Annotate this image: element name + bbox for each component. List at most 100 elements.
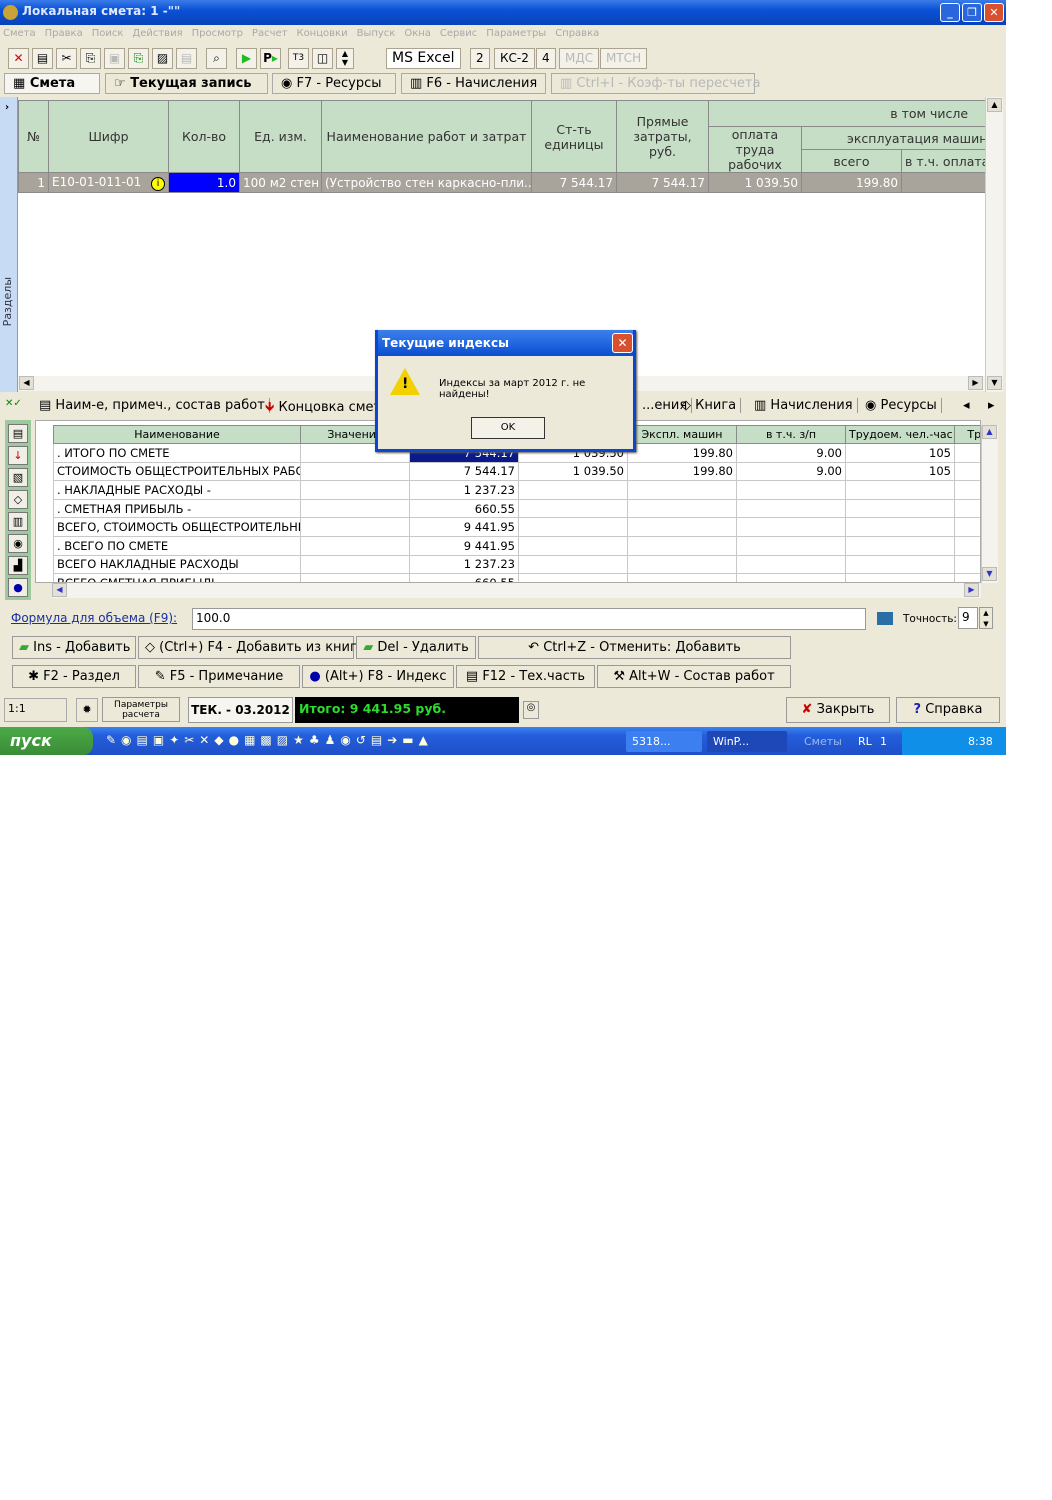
top-grid-vscrollbar[interactable]: ▲ ▼ [985, 97, 1003, 392]
summary-cell[interactable]: 9.00 [736, 461, 846, 482]
book-icon[interactable]: ◇ [8, 490, 28, 509]
menu-item[interactable]: Справка [555, 28, 599, 39]
expand-icon[interactable]: › [5, 102, 9, 113]
maximize-button[interactable]: ❐ [962, 3, 982, 22]
summary-cell[interactable] [518, 554, 628, 575]
summary-cell[interactable]: ВСЕГО, СТОИМОСТЬ ОБЩЕСТРОИТЕЛЬНЫХ РАБОТ [53, 517, 301, 537]
play-icon[interactable]: ▶ [236, 48, 257, 69]
taskbar-item-winp[interactable]: WinP... [707, 731, 787, 752]
summary-cell[interactable] [300, 535, 410, 556]
menu-item[interactable]: Правка [45, 28, 83, 39]
cell-num[interactable]: 1 [18, 172, 49, 193]
summary-cell[interactable] [736, 535, 846, 556]
precision-input[interactable]: 9 [958, 607, 978, 629]
tab-smeta[interactable]: ▦ Смета [4, 73, 100, 94]
tab-current-record[interactable]: ☞ Текущая запись [105, 73, 268, 94]
menu-item[interactable]: Действия [132, 28, 182, 39]
table-row[interactable]: СТОИМОСТЬ ОБЩЕСТРОИТЕЛЬНЫХ РАБОТ - 7 544.… [53, 461, 980, 482]
spin-icon[interactable]: ▲ ▼ [336, 48, 354, 69]
col-name[interactable]: Наименование работ и затрат [321, 100, 532, 173]
tab-resources[interactable]: ◉ F7 - Ресурсы [272, 73, 396, 94]
quick-launch-icons[interactable]: ✎◉▤▣✦✂✕◆●▦▩▨★♣♟◉↺▤➔▬▲ [106, 733, 433, 747]
settings-icon[interactable]: ✹ [76, 698, 98, 722]
menu-item[interactable]: Выпуск [357, 28, 396, 39]
summary-cell[interactable] [627, 554, 737, 575]
cell-unit[interactable]: 100 м2 стен [239, 172, 322, 193]
tab-accruals[interactable]: ▥ F6 - Начисления [401, 73, 546, 94]
col-machines-labor[interactable]: в т.ч. оплата [900, 149, 985, 173]
summary-cell[interactable] [954, 573, 980, 582]
paste-icon[interactable]: ▣ [104, 48, 125, 69]
summary-cell[interactable] [736, 480, 846, 500]
save-icon[interactable]: ▤ [32, 48, 53, 69]
summary-cell[interactable] [518, 498, 628, 519]
tab-ms-excel[interactable]: MS Excel [386, 48, 461, 69]
summary-cell[interactable]: 1 237.23 [409, 554, 519, 575]
summary-cell[interactable] [300, 498, 410, 519]
summary-cell[interactable] [736, 554, 846, 575]
cell-qty[interactable]: 1.0 [168, 172, 240, 193]
scroll-up-icon[interactable]: ▲ [982, 425, 997, 439]
menu-item[interactable]: Смета [3, 28, 36, 39]
table-row[interactable]: ВСЕГО СМЕТНАЯ ПРИБЫЛЬ 660.55 [53, 573, 980, 582]
table-row[interactable]: . СМЕТНАЯ ПРИБЫЛЬ - 660.55 [53, 498, 980, 519]
scroll-down-icon[interactable]: ▼ [987, 376, 1002, 390]
summary-cell[interactable] [300, 573, 410, 582]
summary-cell[interactable] [845, 498, 955, 519]
summary-cell[interactable]: 105 [845, 443, 955, 463]
scroll-right-icon[interactable]: ▶ [964, 583, 979, 597]
summary-cell[interactable] [736, 517, 846, 537]
summary-col-header[interactable]: в т.ч. з/п [736, 425, 846, 444]
summary-cell[interactable] [300, 517, 410, 537]
menu-item[interactable]: Просмотр [192, 28, 243, 39]
cell-machines-labor[interactable] [900, 172, 985, 193]
summary-cell[interactable] [954, 480, 980, 500]
col-num[interactable]: № [18, 100, 49, 173]
cell-unit-cost[interactable]: 7 544.17 [531, 172, 617, 193]
cell-direct[interactable]: 7 544.17 [616, 172, 709, 193]
summary-cell[interactable]: 660.55 [409, 573, 519, 582]
summary-cell[interactable] [627, 535, 737, 556]
summary-cell[interactable]: . ИТОГО ПО СМЕТЕ [53, 443, 301, 463]
menu-item[interactable]: Поиск [92, 28, 124, 39]
tech-part-button[interactable]: ▤ F12 - Тех.часть [456, 665, 595, 688]
close-window-button[interactable]: ✘ Закрыть [786, 697, 890, 723]
tab-bottom-resources[interactable]: ◉ Ресурсы [861, 398, 942, 413]
summary-cell[interactable]: 199.80 [627, 461, 737, 482]
start-button[interactable]: пуск [0, 727, 93, 755]
summary-cell[interactable]: 199.80 [627, 443, 737, 463]
col-direct-costs[interactable]: Прямые затраты, руб. [616, 100, 709, 173]
info-icon[interactable]: i [151, 176, 165, 191]
summary-cell[interactable]: ВСЕГО СМЕТНАЯ ПРИБЫЛЬ [53, 573, 301, 582]
help-button[interactable]: ? Справка [896, 697, 1000, 723]
menu-item[interactable]: Параметры [486, 28, 546, 39]
scroll-left-icon[interactable]: ◀ [19, 376, 34, 390]
section-button[interactable]: ✱ F2 - Раздел [12, 665, 136, 688]
resources-icon[interactable]: ◉ [8, 534, 28, 553]
summary-cell[interactable] [845, 554, 955, 575]
summary-cell[interactable] [736, 573, 846, 582]
summary-cell[interactable]: 660.55 [409, 498, 519, 519]
add-button[interactable]: ▰ Ins - Добавить [12, 636, 136, 659]
col-labor[interactable]: оплата труда рабочих [708, 126, 802, 173]
panel-toggle-icon[interactable]: ✕✓ [5, 398, 22, 409]
clipboard-icon[interactable]: ▤ [176, 48, 197, 69]
summary-cell[interactable] [845, 517, 955, 537]
scroll-left-icon[interactable]: ◀ [52, 583, 67, 597]
play-p-icon[interactable]: P▸ [260, 48, 281, 69]
tab-2[interactable]: 2 [470, 48, 490, 69]
col-machines-total[interactable]: всего [801, 149, 902, 173]
col-qty[interactable]: Кол-во [168, 100, 240, 173]
summary-cell[interactable] [954, 554, 980, 575]
summary-hscrollbar[interactable]: ◀ ▶ [52, 583, 981, 598]
tab-mds[interactable]: МДС [559, 48, 600, 69]
summary-cell[interactable]: 9 441.95 [409, 517, 519, 537]
summary-cell[interactable] [627, 517, 737, 537]
summary-cell[interactable]: 105 [845, 461, 955, 482]
summary-cell[interactable]: СТОИМОСТЬ ОБЩЕСТРОИТЕЛЬНЫХ РАБОТ - [53, 461, 301, 482]
scroll-up-icon[interactable]: ▲ [987, 98, 1002, 112]
tab-ks2[interactable]: КС-2 [494, 48, 535, 69]
note-button[interactable]: ✎ F5 - Примечание [138, 665, 300, 688]
menu-item[interactable]: Концовки [296, 28, 347, 39]
scroll-right-icon[interactable]: ▶ [968, 376, 983, 390]
